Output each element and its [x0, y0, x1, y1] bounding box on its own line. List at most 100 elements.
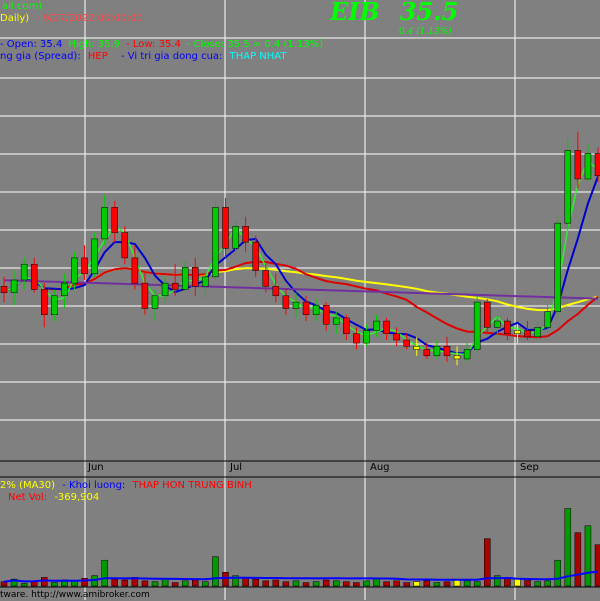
candle-body — [61, 282, 68, 297]
candle-body — [91, 238, 98, 274]
candle-body — [81, 257, 88, 274]
volume-bar — [121, 579, 129, 587]
volume-bar — [111, 578, 118, 587]
candle-body — [242, 226, 249, 243]
volume-bar — [413, 581, 421, 587]
volume-bar — [564, 508, 572, 587]
candle-body — [101, 207, 108, 240]
volume-label: - Khoi luong: — [62, 480, 126, 491]
candle-body — [121, 232, 129, 259]
spread-value: HEP — [87, 51, 108, 62]
ohlc-part: - Low: 35.4 — [126, 39, 181, 50]
candle-body — [343, 317, 350, 334]
candle-body — [564, 150, 572, 224]
candle-body — [514, 330, 521, 334]
candle-body — [20, 263, 28, 281]
volume-bar — [574, 532, 582, 587]
candle-body — [413, 346, 421, 350]
netvol-value: -369,904 — [54, 492, 100, 503]
volume-bar — [202, 581, 209, 587]
volume-header: 2% (MA30) - Khoi luong: THAP HON TRUNG B… — [0, 480, 252, 492]
header-line1b: Daily) - 9/27/2022 00:00:00 — [0, 13, 143, 25]
netvol-label: Net Vol: — [8, 492, 48, 503]
netvol-line: Net Vol: -369,904 — [0, 492, 99, 504]
candle-body — [252, 241, 259, 271]
volume-bar — [594, 544, 600, 587]
volume-bar — [363, 580, 370, 587]
candle-body — [484, 301, 491, 328]
footer-credit: tware. http://www.amibroker.com — [0, 590, 150, 600]
volume-bar — [51, 582, 58, 587]
volume-bar — [463, 580, 471, 587]
ohlc-line: - Open: 35.4 High: 35.9 - Low: 35.4 - Close… — [0, 39, 329, 51]
spread-label: ng gia (Spread): — [0, 51, 81, 62]
volume-bar — [212, 556, 219, 587]
candle-body — [212, 207, 219, 278]
candle-body — [322, 305, 330, 325]
spread-line: ng gia (Spread): HEP - Vi tri gia dong c… — [0, 51, 287, 62]
volume-bar — [343, 581, 350, 587]
volume-bar — [292, 580, 300, 587]
candle-body — [363, 330, 370, 344]
volume-bar — [353, 582, 360, 587]
header-interval: Daily) — [0, 13, 30, 24]
candle-body — [443, 346, 451, 357]
candle-body — [554, 222, 561, 312]
candle-body — [312, 305, 320, 315]
volume-bar — [534, 581, 541, 587]
close-position-value: THAP NHAT — [229, 51, 287, 62]
ticker-change: 0.4 (1.13%) — [399, 27, 452, 37]
volume-bar — [151, 581, 159, 587]
candle-body — [494, 320, 501, 328]
candle-body — [30, 263, 38, 290]
x-label-jun: Jun — [88, 462, 104, 473]
volume-bar — [332, 580, 340, 587]
candle-body — [222, 207, 229, 249]
volume-bar — [282, 581, 290, 587]
candle-body — [393, 333, 400, 341]
candle-body — [383, 320, 390, 334]
header-line1: ail.com) — [2, 1, 42, 13]
ohlc-part: High: 35.9 — [68, 39, 121, 50]
volume-ma-label: 2% (MA30) — [0, 480, 56, 491]
candle-body — [181, 267, 189, 290]
candle-body — [332, 317, 340, 325]
ticker-title: EIB 35.5 — [330, 0, 458, 26]
x-label-jul: Jul — [230, 462, 243, 473]
candle-body — [453, 355, 461, 360]
candle-body — [41, 289, 48, 315]
candle-body — [433, 346, 441, 357]
candle-body — [463, 349, 471, 360]
candle-body — [373, 320, 380, 331]
candle-body — [131, 257, 139, 284]
volume-bar — [312, 581, 320, 587]
volume-bar — [433, 582, 441, 587]
candle-body — [544, 311, 551, 328]
volume-bar — [453, 579, 461, 587]
candle-body — [192, 267, 199, 287]
candle-body — [594, 153, 600, 177]
candle-body — [51, 295, 58, 315]
volume-bar — [373, 578, 380, 587]
candle-body — [161, 282, 169, 297]
volume-bar — [423, 580, 431, 587]
grid-layer — [0, 0, 600, 600]
volume-bar — [473, 581, 481, 587]
candle-body — [403, 339, 410, 347]
volume-bar — [544, 580, 551, 587]
volume-bar — [383, 581, 390, 587]
volume-bar — [584, 525, 592, 587]
volume-bar — [403, 582, 410, 587]
volume-bar — [171, 582, 179, 587]
ticker-price: 35.5 — [399, 0, 459, 26]
candle-body — [534, 327, 541, 338]
candle-body — [202, 276, 209, 287]
header-source: ail.com) — [2, 1, 43, 12]
volume-bar — [272, 579, 280, 587]
candle-body — [423, 349, 431, 357]
volume-bar — [181, 580, 189, 587]
candle-body — [282, 295, 290, 309]
candles — [0, 131, 600, 366]
volume-bar — [20, 583, 28, 587]
candle-body — [171, 282, 179, 290]
